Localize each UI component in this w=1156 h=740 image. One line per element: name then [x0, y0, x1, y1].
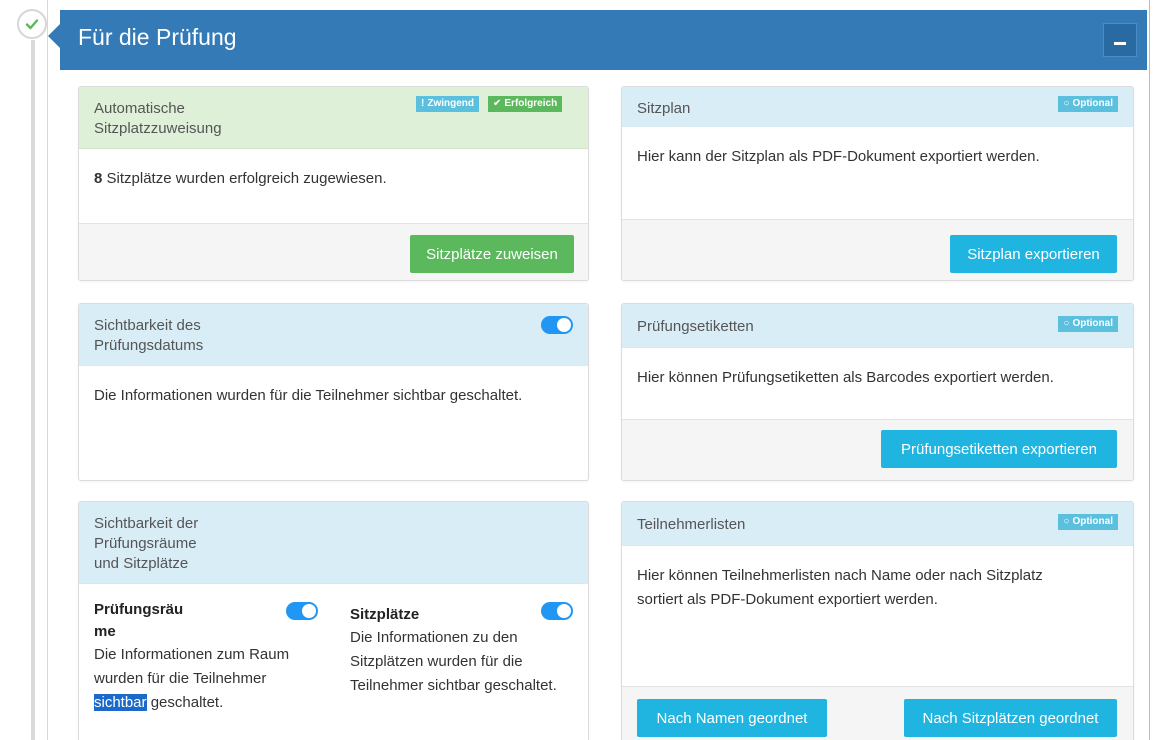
panel-footer: Prüfungsetiketten exportieren	[622, 419, 1133, 480]
rooms-visibility-toggle[interactable]	[286, 602, 318, 620]
badge-label: Erfolgreich	[504, 98, 558, 109]
badge-label: Optional	[1072, 516, 1113, 527]
date-visibility-toggle[interactable]	[541, 316, 573, 334]
optional-badge: ○ Optional	[1058, 96, 1118, 112]
panel-heading: Sichtbarkeit des Prüfungsdatums	[79, 304, 588, 366]
panel-heading: Automatische Sitzplatzzuweisung ! Zwingen…	[79, 87, 588, 149]
check-icon	[25, 19, 39, 30]
title-line: Sichtbarkeit der	[94, 515, 199, 532]
room-visibility-panel: Sichtbarkeit der Prüfungsräume und Sitzp…	[78, 501, 589, 740]
seat-assignment-panel: Automatische Sitzplatzzuweisung ! Zwingen…	[78, 86, 589, 281]
exam-labels-panel: Prüfungsetiketten ○ Optional Hier können …	[621, 303, 1134, 481]
panel-body: 8 Sitzplätze wurden erfolgreich zugewies…	[94, 167, 573, 191]
title-line: Automatische	[94, 100, 185, 117]
exclamation-icon: !	[421, 98, 425, 109]
panel-title: Sitzplan	[637, 100, 691, 117]
panel-footer: Sitzplätze zuweisen	[79, 223, 588, 280]
body-line: Hier können Teilnehmerlisten nach Name o…	[637, 567, 1043, 584]
sort-by-seat-button[interactable]: Nach Sitzplätzen geordnet	[904, 699, 1117, 737]
panel-title: Prüfungsetiketten	[637, 318, 754, 335]
panel-body: Hier können Teilnehmerlisten nach Name o…	[637, 564, 1118, 612]
section-header: Für die Prüfung	[60, 10, 1147, 70]
participant-lists-panel: Teilnehmerlisten ○ Optional Hier können T…	[621, 501, 1134, 740]
badge-label: Optional	[1072, 318, 1113, 329]
body-line: sortiert als PDF-Dokument exportiert wer…	[637, 591, 938, 608]
check-circle-icon: ✔	[493, 98, 502, 109]
text-line: wurden für die Teilnehmer	[94, 670, 267, 687]
optional-badge: ○ Optional	[1058, 514, 1118, 530]
title-line: und Sitzplätze	[94, 555, 189, 572]
frame-border-left	[47, 0, 48, 740]
timeline-step-marker	[17, 9, 47, 39]
panel-title: Automatische Sitzplatzzuweisung	[94, 99, 222, 139]
text-line: Sitzplätzen wurden für die	[350, 653, 523, 670]
toggle-knob	[302, 604, 316, 618]
panel-footer: Sitzplan exportieren	[622, 219, 1133, 280]
panel-title: Sichtbarkeit des Prüfungsdatums	[94, 316, 203, 356]
text-line: Teilnehmer sichtbar geschaltet.	[350, 677, 557, 694]
text-rest: geschaltet.	[146, 694, 224, 711]
rooms-text: Die Informationen zum Raum wurden für di…	[94, 643, 324, 715]
panel-heading: Sitzplan ○ Optional	[622, 87, 1133, 127]
header-arrow	[48, 24, 60, 48]
text-line: sichtbar geschaltet.	[94, 691, 324, 715]
seats-text: Die Informationen zu den Sitzplätzen wur…	[350, 626, 575, 698]
circle-icon: ○	[1063, 98, 1070, 109]
seats-visibility-toggle[interactable]	[541, 602, 573, 620]
assign-seats-button[interactable]: Sitzplätze zuweisen	[410, 235, 574, 273]
circle-icon: ○	[1063, 516, 1070, 527]
export-seat-plan-button[interactable]: Sitzplan exportieren	[950, 235, 1117, 273]
date-visibility-panel: Sichtbarkeit des Prüfungsdatums Die Info…	[78, 303, 589, 481]
body-text: Sitzplätze wurden erfolgreich zugewiesen…	[102, 170, 387, 187]
panel-footer: Nach Namen geordnet Nach Sitzplätzen geo…	[622, 686, 1133, 740]
panel-body: Hier können Prüfungsetiketten als Barcod…	[637, 369, 1054, 386]
text-line: Die Informationen zum Raum	[94, 646, 290, 663]
mandatory-badge: ! Zwingend	[416, 96, 480, 112]
title-line: Sitzplatzzuweisung	[94, 120, 222, 137]
sort-by-name-button[interactable]: Nach Namen geordnet	[637, 699, 827, 737]
panel-title: Sichtbarkeit der Prüfungsräume und Sitzp…	[94, 514, 198, 574]
panel-heading: Prüfungsetiketten ○ Optional	[622, 304, 1133, 348]
optional-badge: ○ Optional	[1058, 316, 1118, 332]
title-line: Prüfungsräume	[94, 535, 197, 552]
toggle-knob	[557, 318, 571, 332]
badge-label: Zwingend	[427, 98, 475, 109]
minus-icon	[1114, 42, 1126, 45]
selected-text: sichtbar	[94, 694, 147, 711]
text-line: Die Informationen zu den	[350, 629, 518, 646]
panel-heading: Sichtbarkeit der Prüfungsräume und Sitzp…	[79, 502, 588, 584]
title-line: Prüfungsdatums	[94, 337, 204, 354]
seats-visibility-section: Sitzplätze Die Informationen zu den Sitz…	[350, 604, 575, 698]
title-line: Sichtbarkeit des	[94, 317, 201, 334]
panel-heading: Teilnehmerlisten ○ Optional	[622, 502, 1133, 546]
collapse-button[interactable]	[1103, 23, 1137, 57]
seat-plan-panel: Sitzplan ○ Optional Hier kann der Sitzpla…	[621, 86, 1134, 281]
circle-icon: ○	[1063, 318, 1070, 329]
badge-label: Optional	[1072, 98, 1113, 109]
panel-body: Die Informationen wurden für die Teilneh…	[94, 387, 523, 404]
frame-border-right	[1149, 0, 1150, 740]
title-line: me	[94, 623, 116, 640]
success-badge: ✔ Erfolgreich	[488, 96, 563, 112]
section-title: Für die Prüfung	[78, 24, 237, 50]
panel-title: Teilnehmerlisten	[637, 516, 746, 533]
timeline-line	[31, 40, 35, 740]
panel-body: Hier kann der Sitzplan als PDF-Dokument …	[637, 148, 1040, 165]
toggle-knob	[557, 604, 571, 618]
export-exam-labels-button[interactable]: Prüfungsetiketten exportieren	[881, 430, 1117, 468]
